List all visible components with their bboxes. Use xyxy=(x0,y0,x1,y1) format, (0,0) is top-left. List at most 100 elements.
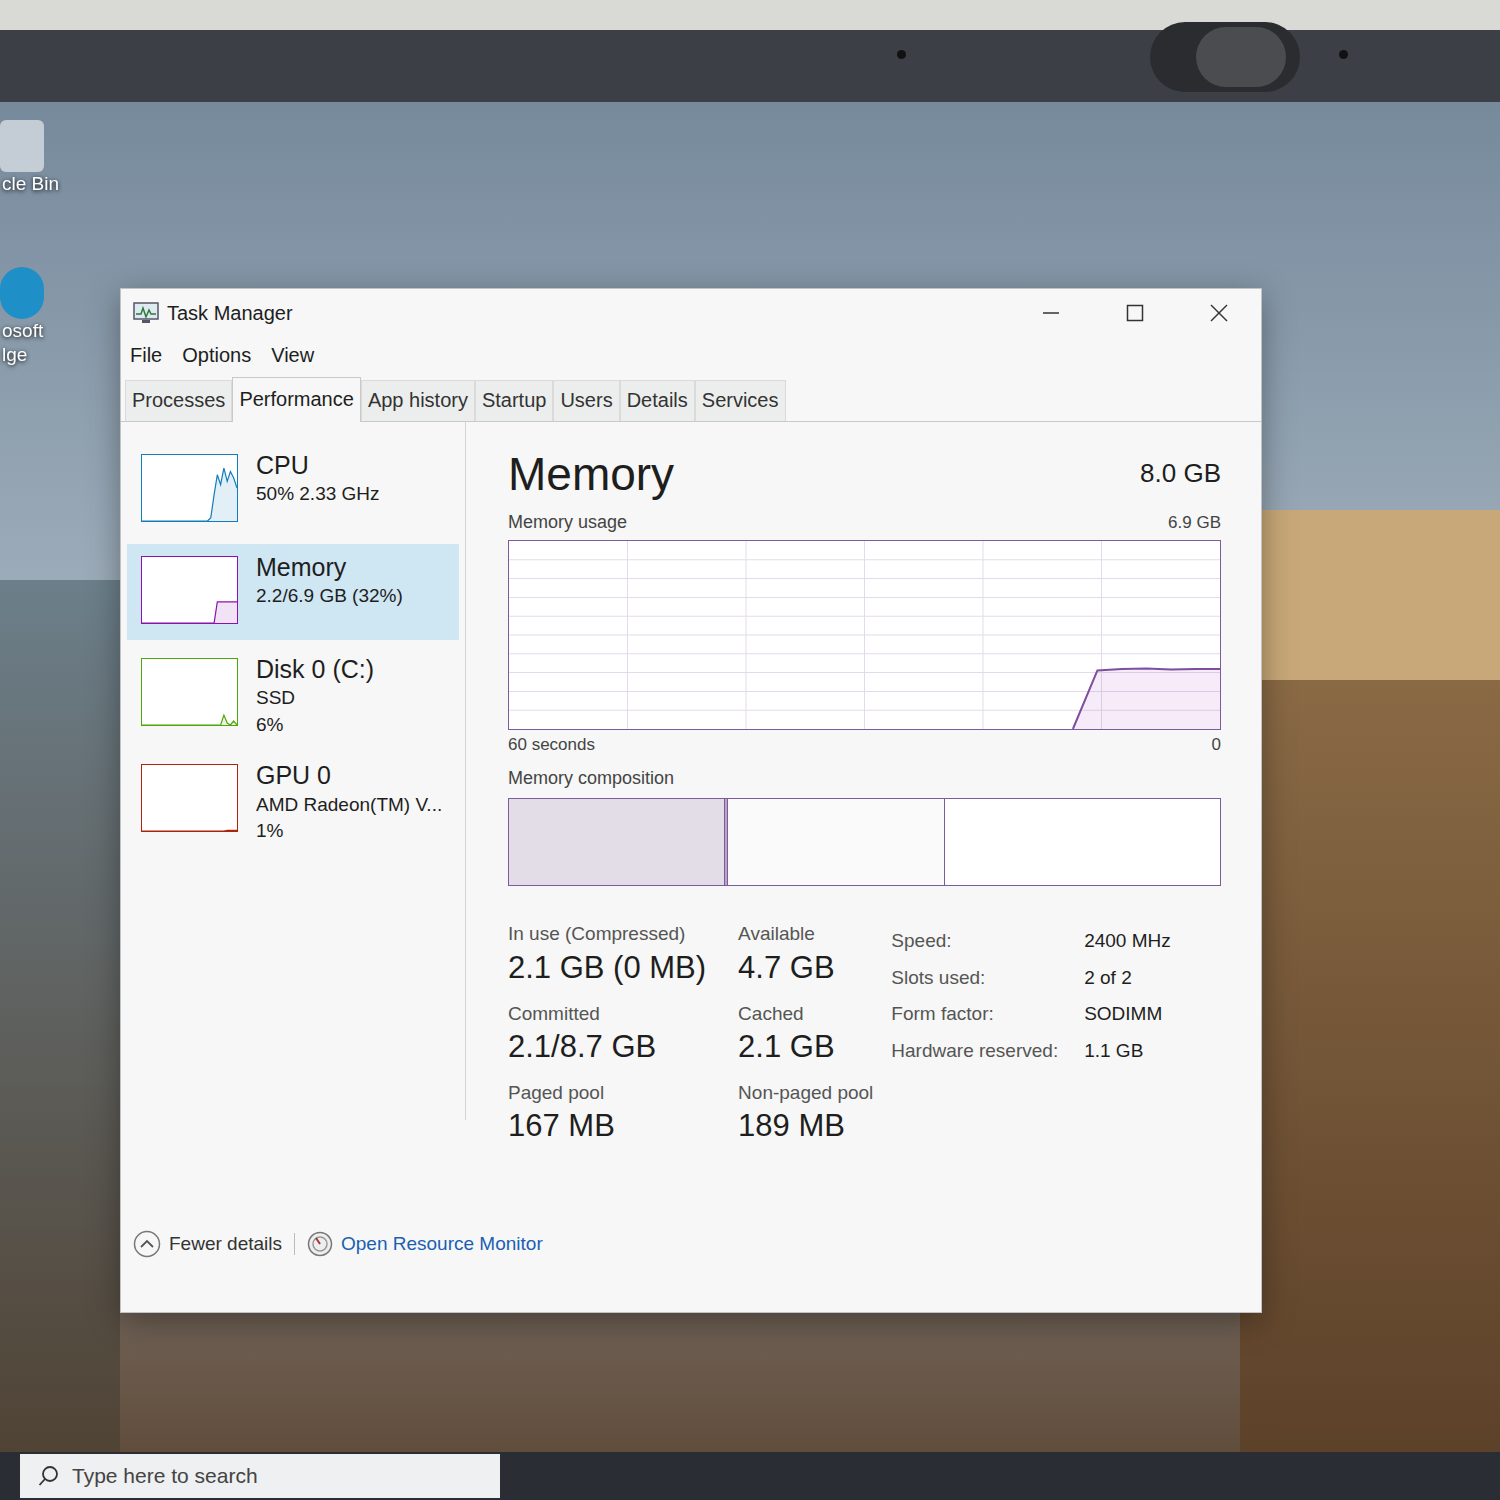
sensor-dot xyxy=(897,50,906,59)
chart-max: 6.9 GB xyxy=(1168,510,1221,536)
tab[interactable]: Users xyxy=(553,380,619,421)
stat-label: Cached xyxy=(738,1000,873,1029)
desktop-icon-label: cle Bin xyxy=(0,172,59,197)
thumbnail-graph xyxy=(142,765,237,831)
sidebar-item-detail: 2.2/6.9 GB (32%) xyxy=(256,583,403,610)
stat: Paged pool167 MB xyxy=(508,1079,706,1146)
sidebar-item-detail: AMD Radeon(TM) V... xyxy=(256,792,442,819)
composition-segment xyxy=(728,799,944,885)
resource-monitor-label: Open Resource Monitor xyxy=(341,1230,543,1259)
wallpaper-cliff xyxy=(1240,680,1500,1500)
sidebar-item[interactable]: GPU 0AMD Radeon(TM) V...1% xyxy=(127,752,459,852)
stat: Available4.7 GB xyxy=(738,920,873,987)
stat-label: In use (Compressed) xyxy=(508,920,706,949)
sensor-dot xyxy=(1339,50,1348,59)
webcam-slider xyxy=(1196,27,1286,87)
search-icon xyxy=(38,1465,60,1487)
tab-bar: ProcessesPerformanceApp history Startup Us… xyxy=(121,373,1261,422)
close-button[interactable] xyxy=(1177,289,1261,337)
menu-item[interactable]: File xyxy=(129,340,163,370)
stat-value: 2.1 GB (0 MB) xyxy=(508,949,706,988)
stat: In use (Compressed)2.1 GB (0 MB) xyxy=(508,920,706,987)
maximize-button[interactable] xyxy=(1093,289,1177,337)
sidebar-item-name: Disk 0 (C:) xyxy=(256,654,374,685)
sidebar-thumbnail xyxy=(141,454,238,522)
stat-label: Non-paged pool xyxy=(738,1079,873,1108)
tab[interactable]: Performance xyxy=(232,377,361,422)
menu-bar: File Options View xyxy=(121,337,1261,373)
stats-grid: In use (Compressed)2.1 GB (0 MB) Availabl… xyxy=(508,920,873,1146)
composition-segment xyxy=(945,799,1220,885)
usage-graph xyxy=(509,541,1220,729)
stat-value: 2.1/8.7 GB xyxy=(508,1028,706,1067)
specs-grid: Speed:2400 MHzSlots used:2 of 2Form fact… xyxy=(891,920,1170,1146)
minimize-button[interactable] xyxy=(1009,289,1093,337)
tab[interactable]: Details xyxy=(620,380,695,421)
fewer-details-button[interactable]: Fewer details xyxy=(133,1230,282,1259)
spec-label: Speed: xyxy=(891,926,1058,956)
spec-value: 2400 MHz xyxy=(1084,926,1171,956)
sidebar-item-text: CPU50% 2.33 GHz xyxy=(256,450,380,508)
stat-value: 189 MB xyxy=(738,1107,873,1146)
stat-label: Paged pool xyxy=(508,1079,706,1108)
stat-value: 2.1 GB xyxy=(738,1028,873,1067)
tab[interactable]: App history xyxy=(361,380,475,421)
window-title: Task Manager xyxy=(167,298,293,328)
tab-label: Users xyxy=(560,389,612,411)
desktop-icons: cle Bin osoftlge xyxy=(0,120,70,368)
sidebar-item-text: GPU 0AMD Radeon(TM) V...1% xyxy=(256,760,442,844)
composition-segment xyxy=(509,799,725,885)
stat: Committed2.1/8.7 GB xyxy=(508,1000,706,1067)
tab-label: Services xyxy=(702,389,779,411)
footer: Fewer details Open Resource Monitor xyxy=(121,1230,1261,1313)
tab[interactable]: Startup xyxy=(475,380,553,421)
collapse-icon xyxy=(133,1230,161,1258)
title-bar[interactable]: Task Manager xyxy=(121,289,1261,337)
stat: Non-paged pool189 MB xyxy=(738,1079,873,1146)
sidebar-item[interactable]: CPU50% 2.33 GHz xyxy=(127,442,459,538)
menu-item[interactable]: Options xyxy=(181,340,252,370)
webcam-cover-icon[interactable] xyxy=(1150,22,1300,92)
recycle-bin-icon xyxy=(0,120,44,172)
tab[interactable]: Services xyxy=(695,380,786,421)
wallpaper-building xyxy=(1255,510,1500,680)
stat-label: Available xyxy=(738,920,873,949)
footer-divider xyxy=(294,1233,295,1255)
sidebar-item-name: CPU xyxy=(256,450,380,481)
chart-axis-left: 60 seconds xyxy=(508,732,595,758)
performance-body: CPU50% 2.33 GHzMemory2.2/6.9 GB (32%)Dis… xyxy=(121,422,1261,1230)
spec-label: Slots used: xyxy=(891,963,1058,993)
menu-item[interactable]: View xyxy=(270,340,315,370)
stat-label: Committed xyxy=(508,1000,706,1029)
sidebar-item-detail: 50% 2.33 GHz xyxy=(256,481,380,508)
spec-value: 1.1 GB xyxy=(1084,1036,1171,1066)
sidebar-thumbnail xyxy=(141,658,238,726)
sidebar-item[interactable]: Memory2.2/6.9 GB (32%) xyxy=(127,544,459,640)
sidebar-item-name: Memory xyxy=(256,552,403,583)
sidebar-item-detail: 1% xyxy=(256,818,442,845)
edge-icon xyxy=(0,267,44,319)
desktop-icon[interactable]: cle Bin xyxy=(0,120,70,197)
screen: cle Bin osoftlge Task Manager File Options… xyxy=(0,0,1500,1500)
sidebar-thumbnail xyxy=(141,764,238,832)
spec-value: SODIMM xyxy=(1084,999,1171,1029)
composition-bar xyxy=(508,798,1221,886)
wallpaper-valley xyxy=(0,580,120,1500)
taskbar-search[interactable]: Type here to search xyxy=(20,1454,500,1498)
memory-panel: Memory 8.0 GB Memory usage 6.9 GB 60 sec… xyxy=(466,422,1261,1230)
resource-monitor-icon xyxy=(307,1231,333,1257)
search-placeholder: Type here to search xyxy=(72,1460,258,1492)
sidebar-item[interactable]: Disk 0 (C:)SSD6% xyxy=(127,646,459,746)
resource-monitor-link[interactable]: Open Resource Monitor xyxy=(307,1230,543,1259)
task-manager-window[interactable]: Task Manager File Options View ProcessesPe… xyxy=(120,288,1262,1313)
stat-value: 167 MB xyxy=(508,1107,706,1146)
stat-value: 4.7 GB xyxy=(738,949,873,988)
usage-chart xyxy=(508,540,1221,730)
thumbnail-graph xyxy=(142,455,237,521)
chart-axis-right: 0 xyxy=(1212,732,1221,758)
tab[interactable]: Processes xyxy=(125,380,232,421)
spec-value: 2 of 2 xyxy=(1084,963,1171,993)
desktop-icon-label: osoft xyxy=(0,319,43,344)
desktop-icon[interactable]: osoftlge xyxy=(0,267,70,368)
tab-label: Startup xyxy=(482,389,546,411)
